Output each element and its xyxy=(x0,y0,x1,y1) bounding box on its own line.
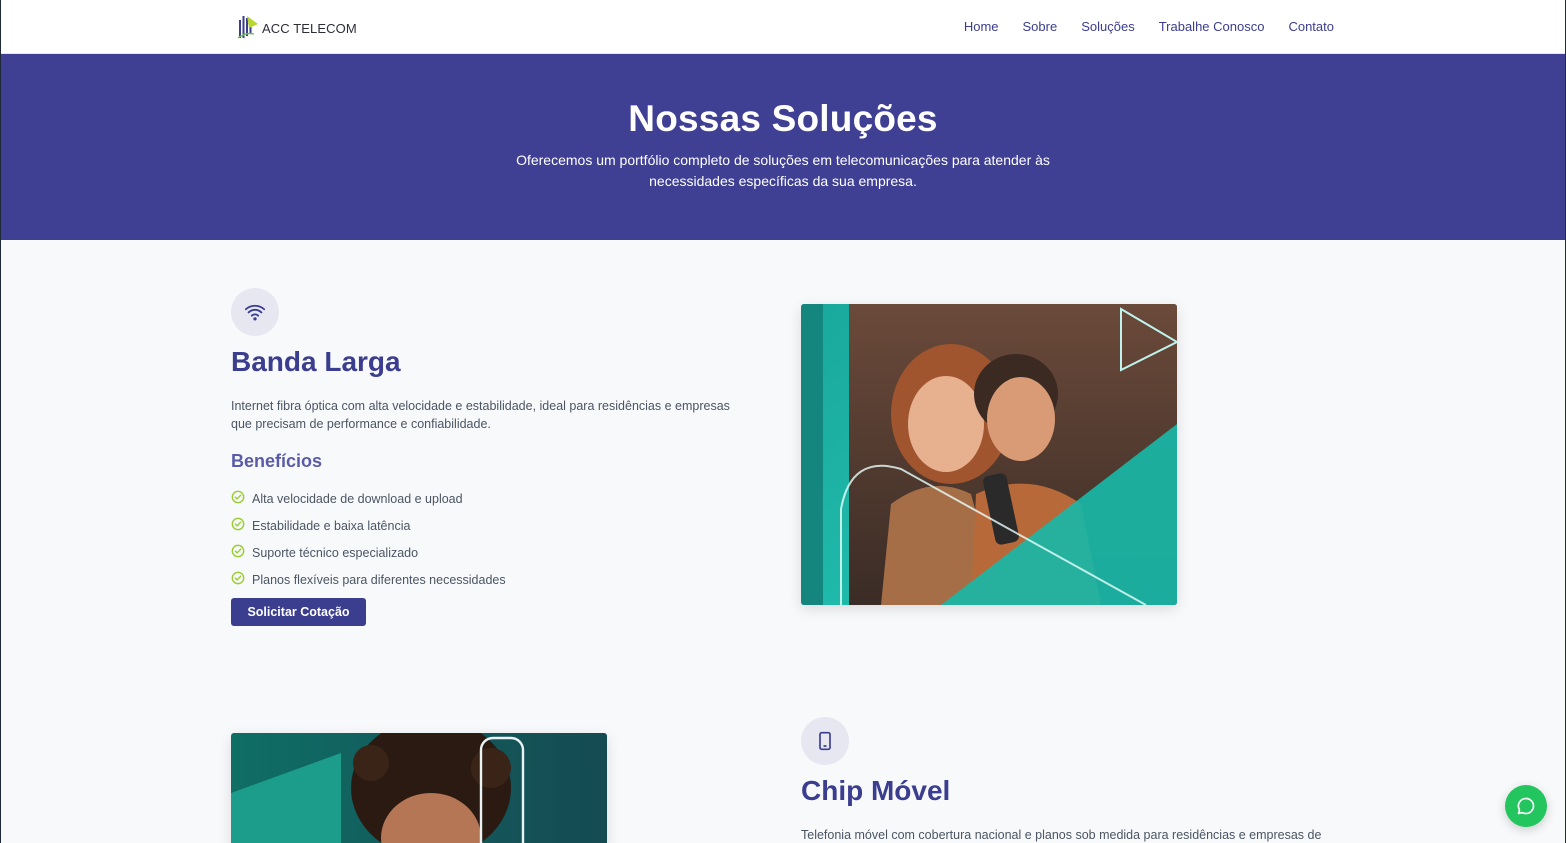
check-circle-icon xyxy=(231,544,245,557)
section-description-banda-larga: Internet fibra óptica com alta velocidad… xyxy=(231,399,730,431)
chat-button[interactable] xyxy=(1505,785,1547,827)
banda-larga-photo xyxy=(801,304,1177,605)
nav-contato[interactable]: Contato xyxy=(1288,19,1334,34)
check-circle-icon xyxy=(231,571,245,584)
benefit-item: Planos flexíveis para diferentes necessi… xyxy=(231,566,506,593)
nav-trabalhe-conosco[interactable]: Trabalhe Conosco xyxy=(1159,19,1265,34)
nav-home[interactable]: Home xyxy=(964,19,999,34)
section-title-chip-movel: Chip Móvel xyxy=(801,775,951,806)
couple-watching-tv-image xyxy=(801,304,1177,605)
smartphone-icon-badge xyxy=(801,717,849,765)
benefit-label: Estabilidade e baixa latência xyxy=(252,518,411,533)
benefit-label: Alta velocidade de download e upload xyxy=(252,491,463,506)
section-description-chip-movel: Telefonia móvel com cobertura nacional e… xyxy=(801,828,1322,842)
chat-bubble-icon xyxy=(1517,797,1535,815)
wifi-icon-badge xyxy=(231,288,279,336)
wifi-icon xyxy=(244,304,266,321)
main-nav: Home Sobre Soluções Trabalhe Conosco Con… xyxy=(964,19,1334,34)
check-circle-icon xyxy=(231,490,245,503)
hero-banner: Nossas Soluções Oferecemos um portfólio … xyxy=(1,54,1565,240)
benefit-item: Suporte técnico especializado xyxy=(231,539,506,566)
benefits-title: Benefícios xyxy=(231,451,323,471)
hero-subtitle: Oferecemos um portfólio completo de solu… xyxy=(516,152,1050,189)
site-header: ACC TELECOM Home Sobre Soluções Trabalhe… xyxy=(1,0,1565,54)
woman-smiling-image xyxy=(231,733,607,843)
request-quote-button[interactable]: Solicitar Cotação xyxy=(231,598,366,626)
page-title: Nossas Soluções xyxy=(628,98,938,139)
benefit-item: Alta velocidade de download e upload xyxy=(231,485,506,512)
logo-mark-icon xyxy=(237,16,258,39)
benefit-item: Estabilidade e baixa latência xyxy=(231,512,506,539)
smartphone-icon xyxy=(819,731,831,751)
check-circle-icon xyxy=(231,517,245,530)
brand-name: ACC TELECOM xyxy=(262,21,357,36)
benefits-list: Alta velocidade de download e upload Est… xyxy=(231,485,506,593)
benefit-label: Planos flexíveis para diferentes necessi… xyxy=(252,572,506,587)
section-title-banda-larga: Banda Larga xyxy=(231,346,401,377)
brand-logo[interactable]: ACC TELECOM xyxy=(236,12,357,42)
nav-solucoes[interactable]: Soluções xyxy=(1081,19,1134,34)
benefit-label: Suporte técnico especializado xyxy=(252,545,419,560)
chip-movel-photo xyxy=(231,733,607,843)
nav-sobre[interactable]: Sobre xyxy=(1023,19,1058,34)
